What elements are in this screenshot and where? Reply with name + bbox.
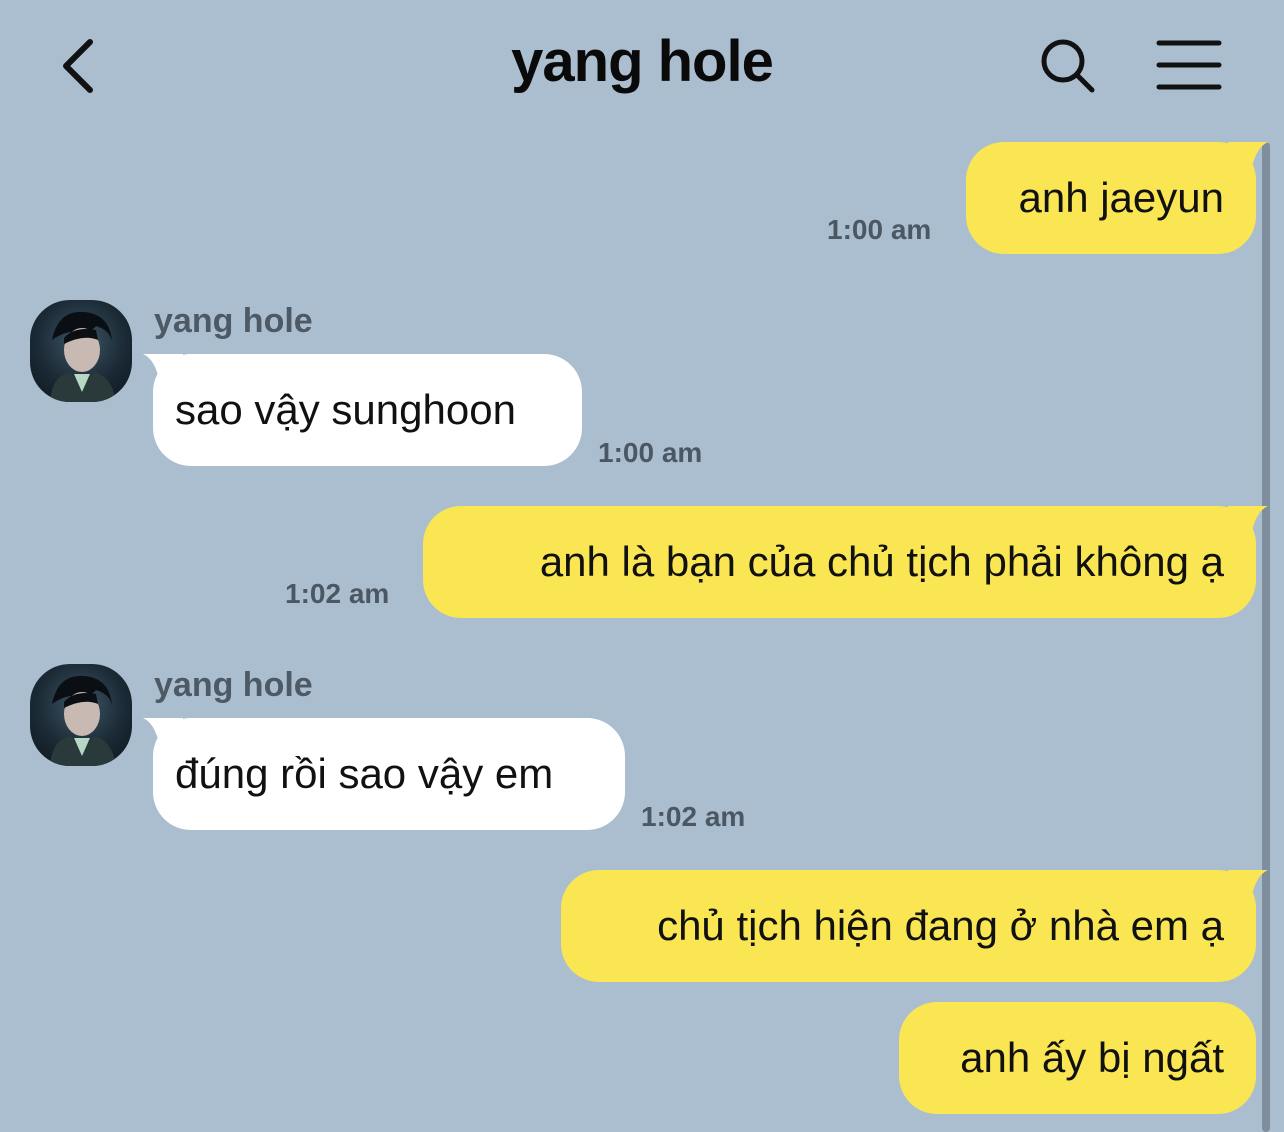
their-message-bubble[interactable]: đúng rồi sao vậy em: [143, 718, 625, 830]
bubble-tail: [143, 354, 183, 390]
message-text: anh jaeyun: [1018, 174, 1224, 221]
bubble-tail: [143, 718, 183, 754]
search-icon: [1041, 39, 1095, 93]
my-message-bubble[interactable]: anh jaeyun: [966, 142, 1268, 254]
scrollbar[interactable]: [1262, 142, 1270, 1132]
their-message-bubble[interactable]: sao vậy sunghoon: [143, 354, 582, 466]
menu-button[interactable]: [1156, 38, 1222, 92]
avatar[interactable]: [30, 300, 132, 402]
my-message-bubble[interactable]: anh ấy bị ngất: [899, 1002, 1256, 1114]
message-time: 1:02 am: [641, 801, 746, 832]
chat-header: yang hole: [0, 0, 1284, 130]
sender-name: yang hole: [154, 666, 313, 704]
message-text: chủ tịch hiện đang ở nhà em ạ: [657, 902, 1224, 949]
sender-name: yang hole: [154, 302, 313, 340]
my-message-bubble[interactable]: chủ tịch hiện đang ở nhà em ạ: [561, 870, 1268, 982]
message-text: sao vậy sunghoon: [175, 386, 516, 433]
avatar[interactable]: [30, 664, 132, 766]
message-text: anh là bạn của chủ tịch phải không ạ: [539, 538, 1224, 585]
my-message-bubble[interactable]: anh là bạn của chủ tịch phải không ạ: [423, 506, 1268, 618]
hamburger-menu-icon: [1156, 40, 1222, 90]
message-text: anh ấy bị ngất: [960, 1034, 1224, 1081]
bubble-tail: [1228, 142, 1268, 178]
message-time: 1:00 am: [827, 214, 932, 245]
bubble-tail: [1228, 506, 1268, 542]
message-time: 1:02 am: [285, 578, 390, 609]
bubble-tail: [1228, 870, 1268, 906]
message-time: 1:00 am: [598, 437, 703, 468]
search-button[interactable]: [1036, 34, 1100, 98]
message-text: đúng rồi sao vậy em: [175, 750, 554, 797]
